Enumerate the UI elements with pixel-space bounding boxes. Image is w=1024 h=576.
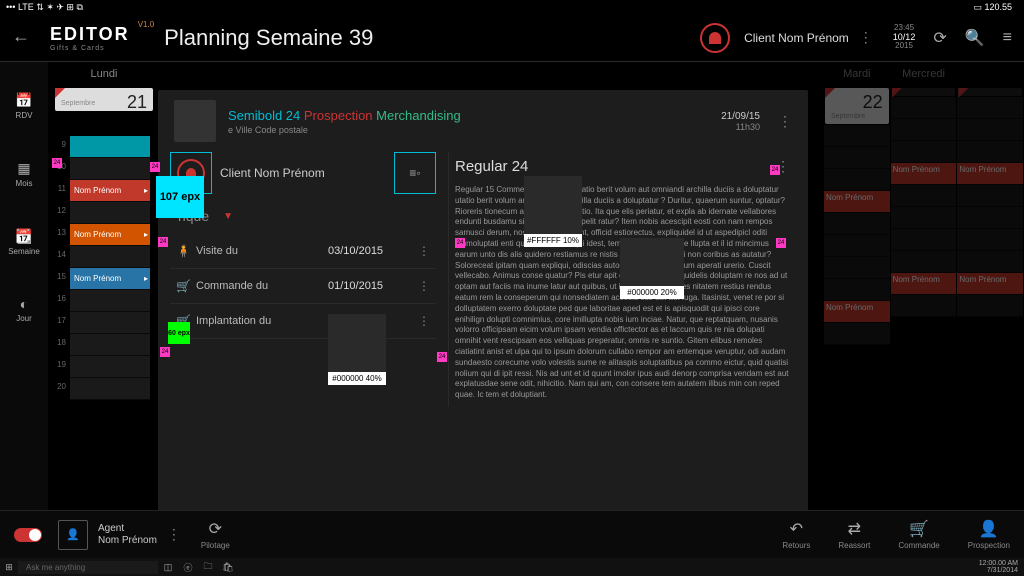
back-button[interactable]: ← xyxy=(12,26,36,50)
nav-jour[interactable]: ◐Jour xyxy=(16,296,32,323)
day-label: Lundi xyxy=(54,68,154,84)
agent-menu-icon[interactable]: ⋮ xyxy=(167,526,181,543)
timeslot[interactable] xyxy=(70,158,150,180)
row-menu-icon[interactable]: ⋮ xyxy=(418,244,430,258)
logo-title: EDITOR xyxy=(50,24,130,45)
taskbar: ⊞ Ask me anything ◫ ⓔ 🗀 🛍 12:00.00 AM7/3… xyxy=(0,558,1024,576)
spec-marker: 24 xyxy=(437,352,447,362)
card-title: Semibold 24 Prospection Merchandising xyxy=(228,108,721,123)
commande-button[interactable]: 🛒Commande xyxy=(898,519,939,550)
spec-marker: 24 xyxy=(150,162,160,172)
timeslot[interactable] xyxy=(70,202,150,224)
row-menu-icon[interactable]: ⋮ xyxy=(418,279,430,293)
timeslot[interactable]: Nom Prénom▸ xyxy=(70,268,150,290)
client-name: Client Nom Prénom xyxy=(744,31,849,45)
edge-icon[interactable]: ⓔ xyxy=(178,561,198,574)
hour-column: 91011121314151617181920 xyxy=(48,136,68,400)
mode-toggle[interactable] xyxy=(14,528,42,542)
spec-marker: 24 xyxy=(160,347,170,357)
start-button[interactable]: ⊞ xyxy=(0,562,18,573)
history-row[interactable]: 🧍Visite du03/10/2015⋮ xyxy=(170,234,436,269)
cortana-search[interactable]: Ask me anything xyxy=(18,561,158,574)
left-nav: 📅RDV ▦Mois 📆Semaine ◐Jour xyxy=(0,62,48,534)
next-days: Mardi22SeptembreNom PrénomNom PrénomMerc… xyxy=(824,68,1024,345)
spec-swatch-black20: #000000 20% xyxy=(620,238,684,299)
client-menu-icon[interactable]: ⋮ xyxy=(859,29,873,46)
spec-swatch-black40: #000000 40% xyxy=(328,314,386,385)
status-battery: ▭ 120.55 xyxy=(973,2,1012,12)
prospection-button[interactable]: 👤Prospection xyxy=(968,519,1010,550)
spec-dimension-60: 60 epx xyxy=(168,322,190,344)
spec-marker: 24 xyxy=(776,238,786,248)
detail-card: Semibold 24 Prospection Merchandising e … xyxy=(158,90,808,520)
status-left: ••• LTE ⇅ ✶ ✈ ⊞ ⧉ xyxy=(6,2,83,12)
history-row[interactable]: 🛒Implantation du22/09/2015⋮ xyxy=(170,304,436,339)
page-title: Planning Semaine 39 xyxy=(164,25,373,51)
refresh-icon[interactable]: ⟳ xyxy=(933,28,946,48)
reassort-button[interactable]: ⇄Reassort xyxy=(838,519,870,550)
card-subtitle: e Ville Code postale xyxy=(228,125,721,135)
spec-dimension-107: 107 epx xyxy=(156,176,204,218)
logo-subtitle: Gifts & Cards xyxy=(50,45,130,52)
client-avatar[interactable] xyxy=(700,23,730,53)
card-client-name: Client Nom Prénom xyxy=(220,166,386,180)
spec-marker: 24 xyxy=(455,238,465,248)
comment-title: Regular 24 xyxy=(455,158,766,175)
search-icon[interactable]: 🔍 xyxy=(965,28,985,48)
history-row[interactable]: 🛒Commande du01/10/2015⋮ xyxy=(170,269,436,304)
agent-avatar[interactable]: 👤 xyxy=(58,520,88,550)
history-dropdown[interactable]: rique▼ xyxy=(178,208,436,224)
spec-marker: 24 xyxy=(770,165,780,175)
card-datetime: 21/09/1511h30 xyxy=(721,111,760,132)
timeslot[interactable]: Nom Prénom▸ xyxy=(70,224,150,246)
app-logo: EDITOR Gifts & Cards xyxy=(50,24,130,52)
row-menu-icon[interactable]: ⋮ xyxy=(418,314,430,328)
store-icon[interactable]: 🛍 xyxy=(218,562,238,573)
timeslot[interactable] xyxy=(70,290,150,312)
header-datetime: 23:4510/122015 xyxy=(893,24,916,51)
explorer-icon[interactable]: 🗀 xyxy=(198,559,218,575)
nav-mois[interactable]: ▦Mois xyxy=(16,160,33,188)
task-view-icon[interactable]: ◫ xyxy=(158,562,178,573)
nav-semaine[interactable]: 📆Semaine xyxy=(8,228,40,256)
bottom-bar: 👤 AgentNom Prénom ⋮ ⟳Pilotage ↶Retours ⇄… xyxy=(0,510,1024,558)
spec-swatch-white: #FFFFFF 10% xyxy=(524,176,582,247)
timeslot[interactable] xyxy=(70,356,150,378)
card-thumbnail xyxy=(174,100,216,142)
app-version: V1.0 xyxy=(138,20,154,29)
menu-icon[interactable]: ≡ xyxy=(1003,29,1012,47)
retours-button[interactable]: ↶Retours xyxy=(782,519,810,550)
date-number: 21 xyxy=(127,92,147,113)
agent-name: AgentNom Prénom xyxy=(98,523,157,547)
timeslot[interactable] xyxy=(70,334,150,356)
client-list-icon[interactable]: ≡◦ xyxy=(394,152,436,194)
spec-marker: 24 xyxy=(158,237,168,247)
timeslot[interactable] xyxy=(70,312,150,334)
nav-rdv[interactable]: 📅RDV xyxy=(15,92,32,120)
card-menu-icon[interactable]: ⋮ xyxy=(778,113,792,130)
timeslot[interactable] xyxy=(70,136,150,158)
chevron-down-icon: ▼ xyxy=(223,211,233,222)
pilotage-button[interactable]: ⟳Pilotage xyxy=(201,519,230,550)
spec-marker: 24 xyxy=(52,158,62,168)
timeslot[interactable] xyxy=(70,378,150,400)
date-card[interactable]: 21 Septembre xyxy=(55,88,153,111)
timeslot[interactable] xyxy=(70,246,150,268)
taskbar-clock[interactable]: 12:00.00 AM7/31/2014 xyxy=(979,560,1024,574)
timeslots: Nom Prénom▸ Nom Prénom▸ Nom Prénom▸ xyxy=(70,136,150,400)
timeslot[interactable]: Nom Prénom▸ xyxy=(70,180,150,202)
